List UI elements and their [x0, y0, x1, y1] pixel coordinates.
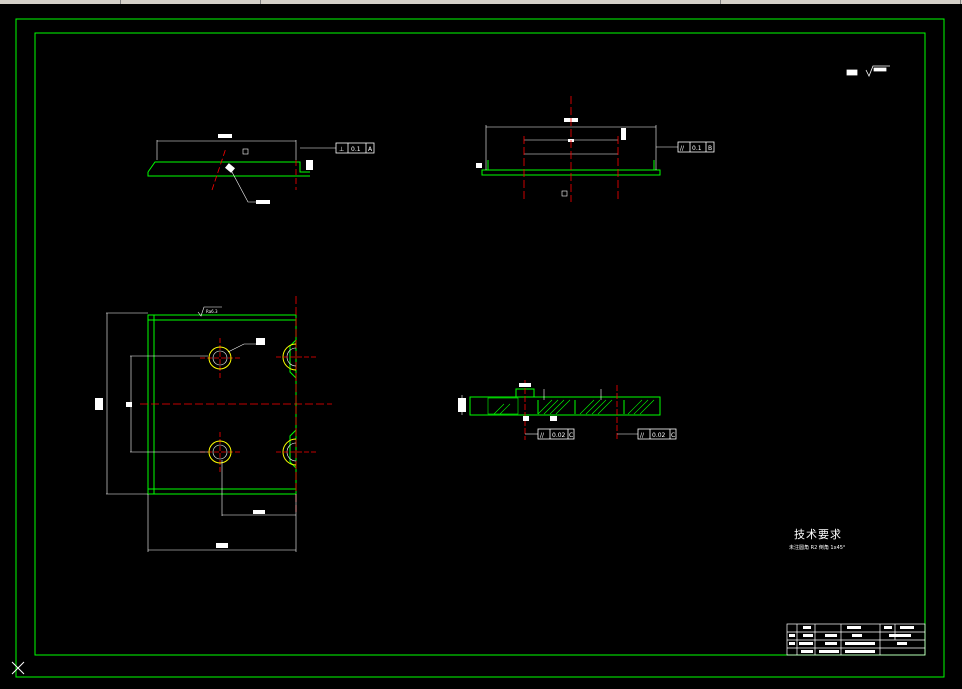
tech-requirements-note: 未注圆角 R2 倒角 1x45°	[789, 545, 846, 551]
tolerance-symbol: ⊥	[339, 146, 344, 153]
tolerance-value: 0.1	[692, 145, 702, 152]
cad-drawing[interactable]: ⊥ 0.1 A // 0.1 B Ra6.3 // 0.02 C // 0.02…	[0, 4, 962, 685]
view-section	[458, 380, 677, 440]
tolerance-value: 0.02	[652, 432, 666, 439]
view-plan	[95, 296, 332, 552]
tolerance-datum: C	[671, 432, 675, 439]
inner-frame	[34, 32, 926, 656]
tolerance-symbol: //	[540, 432, 545, 439]
tolerance-datum: A	[368, 146, 373, 153]
tolerance-datum: C	[569, 432, 573, 439]
tech-requirements-title: 技术要求	[794, 528, 842, 541]
tolerance-datum: B	[708, 145, 712, 152]
tolerance-value: 0.02	[552, 432, 566, 439]
tolerance-value: 0.1	[351, 146, 361, 153]
view-front-left	[147, 134, 375, 204]
global-roughness-symbol	[846, 65, 890, 77]
tolerance-symbol: //	[680, 145, 685, 152]
view-side-right	[476, 96, 715, 202]
drawing-canvas[interactable]: ⊥ 0.1 A // 0.1 B Ra6.3 // 0.02 C // 0.02…	[0, 4, 962, 685]
ucs-axis-icon	[11, 661, 25, 675]
roughness-label: Ra6.3	[206, 309, 218, 314]
tolerance-symbol: //	[640, 432, 645, 439]
outer-frame	[15, 18, 945, 678]
